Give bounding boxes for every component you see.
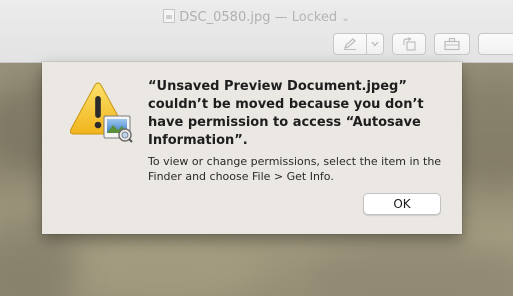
alert-message: “Unsaved Preview Document.jpeg” couldn’t… xyxy=(148,79,424,148)
title-toolbar: DSC_0580.jpg — Locked ⌄ xyxy=(0,0,513,63)
pen-icon xyxy=(343,38,356,50)
preview-app-badge-icon xyxy=(103,115,133,143)
markup-menu-button[interactable] xyxy=(366,33,384,55)
window-title-separator: — xyxy=(270,10,292,25)
window-title-status: Locked xyxy=(291,10,338,25)
rotate-icon xyxy=(403,37,416,51)
photo-background xyxy=(60,230,260,296)
warning-icon xyxy=(69,82,133,143)
chevron-down-icon xyxy=(371,41,379,47)
toolbox-button[interactable] xyxy=(434,33,470,55)
alert-sheet: “Unsaved Preview Document.jpeg” couldn’t… xyxy=(42,62,462,234)
window-title[interactable]: DSC_0580.jpg — Locked ⌄ xyxy=(0,9,513,25)
alert-informative-text: To view or change permissions, select th… xyxy=(148,155,442,183)
window-title-filename: DSC_0580.jpg xyxy=(179,10,271,25)
document-icon xyxy=(163,9,176,23)
search-field-button[interactable] xyxy=(478,33,513,55)
chevron-down-icon: ⌄ xyxy=(341,13,350,24)
preview-window: DSC_0580.jpg — Locked ⌄ “Unsaved Preview… xyxy=(0,0,513,296)
toolbox-icon xyxy=(444,37,460,51)
photo-background xyxy=(300,240,513,296)
ok-button[interactable]: OK xyxy=(363,193,441,215)
markup-button[interactable] xyxy=(333,33,367,55)
rotate-button[interactable] xyxy=(392,33,426,55)
